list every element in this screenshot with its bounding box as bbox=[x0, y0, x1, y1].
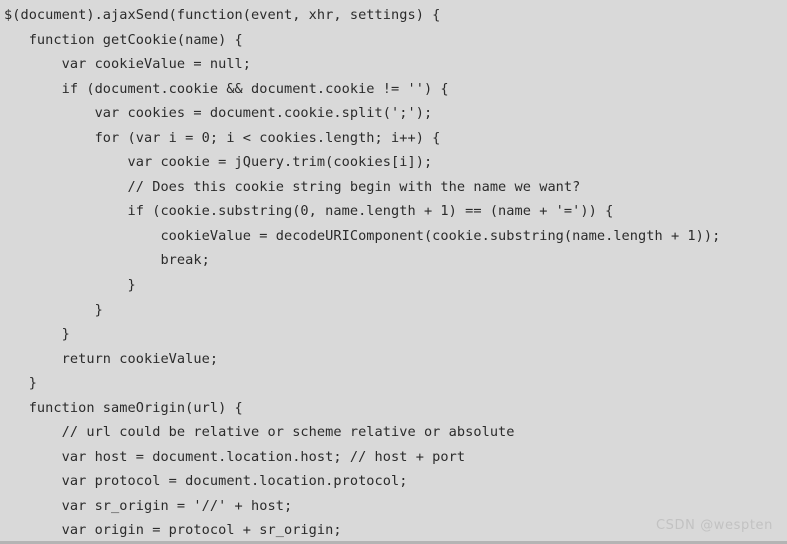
code-line: var cookieValue = null; bbox=[4, 56, 252, 73]
code-line: var host = document.location.host; // ho… bbox=[4, 448, 466, 465]
watermark: CSDN @wespten bbox=[656, 518, 773, 533]
code-line: } bbox=[4, 375, 37, 392]
code-line: // Does this cookie string begin with th… bbox=[4, 178, 581, 195]
code-line: $(document).ajaxSend(function(event, xhr… bbox=[4, 7, 441, 23]
code-line: for (var i = 0; i < cookies.length; i++)… bbox=[4, 129, 441, 146]
code-line: if (cookie.substring(0, name.length + 1)… bbox=[4, 203, 614, 220]
code-line: if (document.cookie && document.cookie !… bbox=[4, 80, 449, 97]
code-line: break; bbox=[4, 252, 210, 269]
code-line: // url could be relative or scheme relat… bbox=[4, 424, 515, 441]
code-screenshot: $(document).ajaxSend(function(event, xhr… bbox=[0, 0, 787, 544]
code-line: function getCookie(name) { bbox=[4, 31, 243, 48]
code-block[interactable]: $(document).ajaxSend(function(event, xhr… bbox=[0, 0, 787, 541]
code-line: return cookieValue; bbox=[4, 350, 219, 367]
code-line: var cookie = jQuery.trim(cookies[i]); bbox=[4, 154, 433, 171]
code-line: function sameOrigin(url) { bbox=[4, 399, 243, 416]
code-line: } bbox=[4, 301, 103, 318]
code-line: var protocol = document.location.protoco… bbox=[4, 473, 408, 490]
code-line: var sr_origin = '//' + host; bbox=[4, 497, 293, 514]
code-content: $(document).ajaxSend(function(event, xhr… bbox=[0, 3, 787, 541]
code-line: cookieValue = decodeURIComponent(cookie.… bbox=[4, 227, 721, 244]
code-line: var cookies = document.cookie.split(';')… bbox=[4, 105, 433, 122]
code-line: } bbox=[4, 277, 136, 294]
code-line: } bbox=[4, 326, 70, 343]
